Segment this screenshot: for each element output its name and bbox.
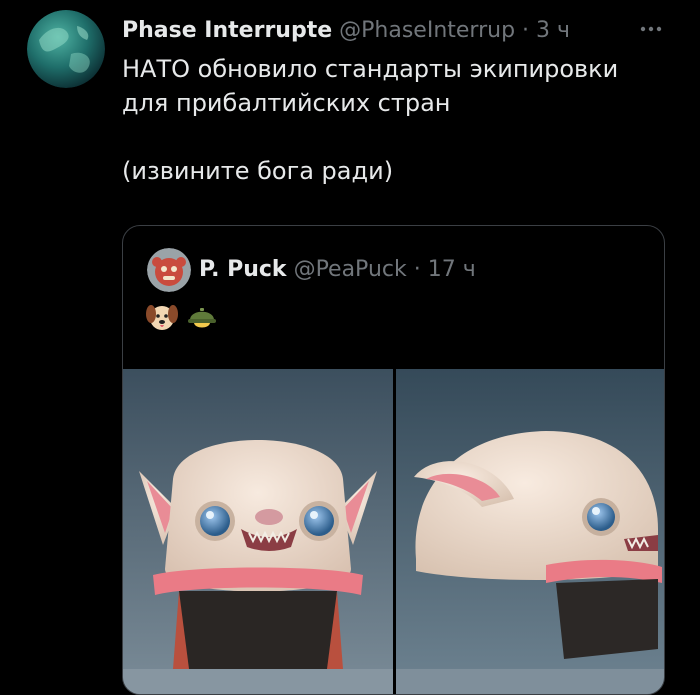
quoted-tweet-timestamp[interactable]: 17 ч (428, 257, 476, 282)
quoted-tweet[interactable]: P. Puck @PeaPuck · 17 ч (122, 225, 665, 695)
military-helmet-emoji (185, 300, 219, 336)
tweet-timestamp[interactable]: 3 ч (536, 18, 570, 43)
user-avatar[interactable] (27, 10, 105, 88)
tweet-card[interactable]: Phase Interrupte @PhaseInterrup · 3 ч НА… (0, 0, 700, 695)
quoted-meta-separator: · (413, 257, 421, 282)
tweet-text: НАТО обновило стандарты экипировки для п… (122, 52, 682, 188)
quoted-media-grid (123, 369, 664, 694)
helmet-side-photo[interactable] (396, 369, 664, 694)
tweet-text-line: (извините бога ради) (122, 157, 394, 185)
user-handle[interactable]: @PhaseInterrup (339, 18, 515, 43)
display-name[interactable]: Phase Interrupte (122, 14, 332, 48)
tweet-text-line: НАТО обновило стандарты экипировки (122, 55, 619, 83)
tweet-header: Phase Interrupte @PhaseInterrup · 3 ч (122, 14, 682, 48)
quoted-user-handle[interactable]: @PeaPuck (294, 257, 407, 282)
quoted-tweet-text (145, 300, 219, 336)
meta-separator: · (522, 18, 530, 43)
more-horizontal-icon[interactable] (636, 14, 666, 44)
quoted-display-name[interactable]: P. Puck (199, 257, 287, 282)
tweet-text-line: для прибалтийских стран (122, 89, 451, 117)
quoted-tweet-header: P. Puck @PeaPuck · 17 ч (199, 254, 476, 286)
quoted-user-avatar[interactable] (147, 248, 191, 292)
helmet-front-photo[interactable] (123, 369, 393, 694)
dog-face-emoji (145, 300, 179, 336)
